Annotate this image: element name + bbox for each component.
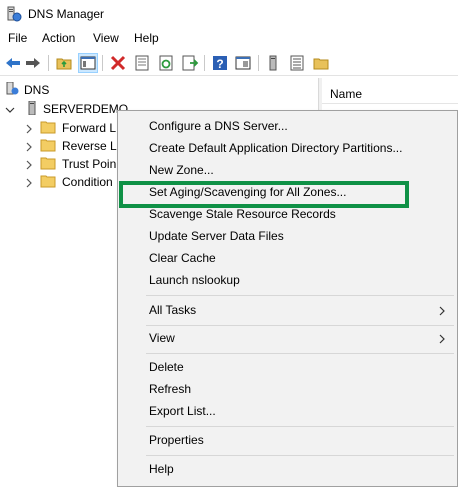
folder-icon [40, 138, 56, 152]
submenu-arrow-icon [439, 333, 445, 344]
menu-item-label: Clear Cache [149, 251, 216, 265]
expand-chevron-icon[interactable] [24, 123, 34, 134]
expand-chevron-icon[interactable] [24, 177, 34, 188]
toolbar: ? [0, 50, 458, 76]
expand-chevron-icon[interactable] [24, 159, 34, 170]
properties-sheet-icon[interactable] [133, 54, 151, 72]
folder-icon [40, 120, 56, 134]
menu-item-all-tasks[interactable]: All Tasks [118, 299, 457, 321]
menu-item-delete[interactable]: Delete [118, 356, 457, 378]
menu-item-label: Launch nslookup [149, 273, 240, 287]
menu-item-configure-dns-server[interactable]: Configure a DNS Server... [118, 115, 457, 137]
tree-item-dns[interactable]: DNS [4, 81, 104, 99]
menu-separator [146, 455, 454, 456]
tree-label-reverse: Reverse Lo [62, 139, 124, 153]
menu-view[interactable]: View [93, 31, 119, 45]
dns-node-icon [4, 81, 20, 96]
menu-item-export-list[interactable]: Export List... [118, 400, 457, 422]
column-header-label: Name [330, 87, 363, 101]
folder-icon [40, 156, 56, 170]
back-arrow-icon[interactable] [4, 54, 22, 72]
tree-item-forward[interactable]: Forward L [24, 119, 124, 137]
menu-item-label: New Zone... [149, 163, 214, 177]
menu-item-view[interactable]: View [118, 327, 457, 349]
tree-item-conditional[interactable]: Condition [24, 173, 124, 191]
menu-item-update-server-data-files[interactable]: Update Server Data Files [118, 225, 457, 247]
tree-item-reverse[interactable]: Reverse Lo [24, 137, 124, 155]
menu-separator [146, 353, 454, 354]
tree-item-trust[interactable]: Trust Poin [24, 155, 124, 173]
menu-separator [146, 295, 454, 296]
folder-icon[interactable] [312, 54, 330, 72]
menu-bar: File Action View Help [0, 30, 458, 48]
export-list-icon[interactable] [181, 54, 199, 72]
help-icon[interactable]: ? [211, 54, 229, 72]
console-icon[interactable] [234, 54, 252, 72]
menu-item-label: Export List... [149, 404, 216, 418]
menu-help[interactable]: Help [134, 31, 159, 45]
menu-item-help[interactable]: Help [118, 458, 457, 480]
expand-chevron-icon[interactable] [24, 141, 34, 152]
menu-item-label: View [149, 331, 175, 345]
menu-item-launch-nslookup[interactable]: Launch nslookup [118, 269, 457, 291]
tree-label-server: SERVERDEMO [43, 102, 129, 116]
server-icon[interactable] [264, 54, 282, 72]
highlight-box [119, 181, 409, 208]
list-icon[interactable] [288, 54, 306, 72]
menu-item-label: Configure a DNS Server... [149, 119, 288, 133]
menu-separator [146, 325, 454, 326]
delete-icon[interactable] [109, 54, 127, 72]
menu-item-label: Help [149, 462, 174, 476]
tree-label-conditional: Condition [62, 175, 113, 189]
forward-arrow-icon[interactable] [24, 54, 42, 72]
folder-icon [40, 174, 56, 188]
toolbar-separator [102, 55, 103, 71]
tree-label-forward: Forward L [62, 121, 117, 135]
menu-item-clear-cache[interactable]: Clear Cache [118, 247, 457, 269]
submenu-arrow-icon [439, 305, 445, 316]
menu-action[interactable]: Action [42, 31, 75, 45]
menu-item-refresh[interactable]: Refresh [118, 378, 457, 400]
toolbar-separator [48, 55, 49, 71]
menu-item-label: All Tasks [149, 303, 197, 317]
toolbar-separator [204, 55, 205, 71]
menu-separator [146, 426, 454, 427]
refresh-icon[interactable] [157, 54, 175, 72]
tree-label-dns: DNS [24, 83, 50, 97]
collapse-chevron-icon[interactable] [5, 104, 15, 114]
up-folder-icon[interactable] [55, 54, 73, 72]
tree-label-trust: Trust Poin [62, 157, 117, 171]
tree-item-server[interactable]: SERVERDEMO [4, 100, 128, 118]
title-bar: DNS Manager [0, 0, 458, 28]
menu-item-new-zone[interactable]: New Zone... [118, 159, 457, 181]
menu-item-label: Scavenge Stale Resource Records [149, 207, 336, 221]
menu-file[interactable]: File [8, 31, 27, 45]
window-title: DNS Manager [28, 7, 105, 21]
menu-item-label: Update Server Data Files [149, 229, 284, 243]
menu-item-create-default-partitions[interactable]: Create Default Application Directory Par… [118, 137, 457, 159]
dns-manager-icon [6, 6, 22, 22]
menu-item-label: Create Default Application Directory Par… [149, 141, 403, 155]
menu-item-label: Properties [149, 433, 204, 447]
menu-item-label: Delete [149, 360, 184, 374]
column-header-name[interactable]: Name [322, 78, 458, 104]
context-menu: Configure a DNS Server... Create Default… [117, 110, 458, 487]
svg-text:?: ? [216, 57, 223, 71]
menu-item-properties[interactable]: Properties [118, 429, 457, 451]
toolbar-separator [258, 55, 259, 71]
show-hide-tree-icon[interactable] [78, 53, 98, 73]
server-node-icon [24, 100, 40, 116]
menu-item-label: Refresh [149, 382, 192, 396]
